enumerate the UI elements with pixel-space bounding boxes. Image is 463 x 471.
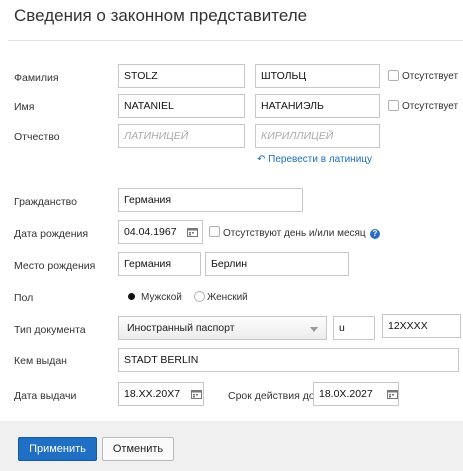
doc-series-input[interactable]: u — [333, 316, 375, 340]
doc-type-value: Иностранный паспорт — [127, 322, 235, 334]
issue-date-calendar-icon[interactable] — [187, 383, 205, 405]
gender-male-label: Мужской — [141, 292, 182, 303]
name-cyrillic-input[interactable]: НАТАНИЭЛЬ — [255, 94, 380, 118]
help-icon[interactable]: ? — [370, 229, 380, 239]
apply-button[interactable]: Применить — [18, 437, 97, 461]
translate-link[interactable]: ↶ Перевести в латиницу — [257, 154, 372, 165]
expiry-calendar-icon[interactable] — [383, 383, 401, 405]
gender-male-radio[interactable] — [126, 291, 137, 302]
birth-date-label: Дата рождения — [14, 228, 89, 240]
return-arrow-icon: ↶ — [257, 154, 266, 165]
cancel-button[interactable]: Отменить — [102, 437, 174, 461]
doc-type-label: Тип документа — [14, 324, 86, 336]
footer-bar: Применить Отменить — [0, 421, 463, 471]
name-label: Имя — [14, 101, 35, 113]
birth-date-absent-label: Отсутствуют день и/или месяц — [223, 228, 366, 239]
chevron-down-icon — [310, 327, 318, 332]
gender-female-radio[interactable] — [194, 291, 205, 302]
citizenship-input[interactable]: Германия — [118, 188, 303, 212]
issue-date-label: Дата выдачи — [14, 390, 77, 402]
header-divider — [8, 40, 463, 41]
issued-by-input[interactable]: STADT BERLIN — [118, 348, 459, 372]
patronymic-label: Отчество — [14, 131, 60, 143]
issued-by-label: Кем выдан — [14, 355, 67, 367]
name-latin-input[interactable]: NATANIEL — [118, 94, 245, 118]
birth-place-label: Место рождения — [14, 260, 96, 272]
citizenship-label: Гражданство — [14, 196, 77, 208]
doc-type-select[interactable]: Иностранный паспорт — [118, 316, 327, 340]
expiry-label: Срок действия до — [228, 390, 315, 402]
name-absent-label: Отсутствует — [402, 101, 459, 112]
surname-latin-input[interactable]: STOLZ — [118, 64, 245, 88]
gender-female-label: Женский — [207, 292, 248, 303]
doc-number-input[interactable]: 12XXXX — [382, 314, 461, 338]
birth-city-input[interactable]: Берлин — [205, 252, 349, 276]
surname-cyrillic-input[interactable]: ШТОЛЬЦ — [255, 64, 380, 88]
patronymic-latin-input[interactable]: ЛАТИНИЦЕЙ — [118, 124, 245, 148]
birth-date-absent-checkbox[interactable] — [209, 226, 220, 237]
calendar-icon[interactable] — [183, 221, 201, 243]
surname-absent-checkbox[interactable] — [388, 70, 399, 81]
translate-link-label: Перевести в латиницу — [268, 154, 373, 165]
name-absent-checkbox[interactable] — [388, 100, 399, 111]
patronymic-cyrillic-input[interactable]: КИРИЛЛИЦЕЙ — [255, 124, 380, 148]
surname-label: Фамилия — [14, 72, 59, 84]
surname-absent-label: Отсутствует — [402, 71, 459, 82]
gender-label: Пол — [14, 292, 34, 304]
birth-country-input[interactable]: Германия — [118, 252, 201, 276]
page-title: Сведения о законном представителе — [14, 6, 308, 25]
